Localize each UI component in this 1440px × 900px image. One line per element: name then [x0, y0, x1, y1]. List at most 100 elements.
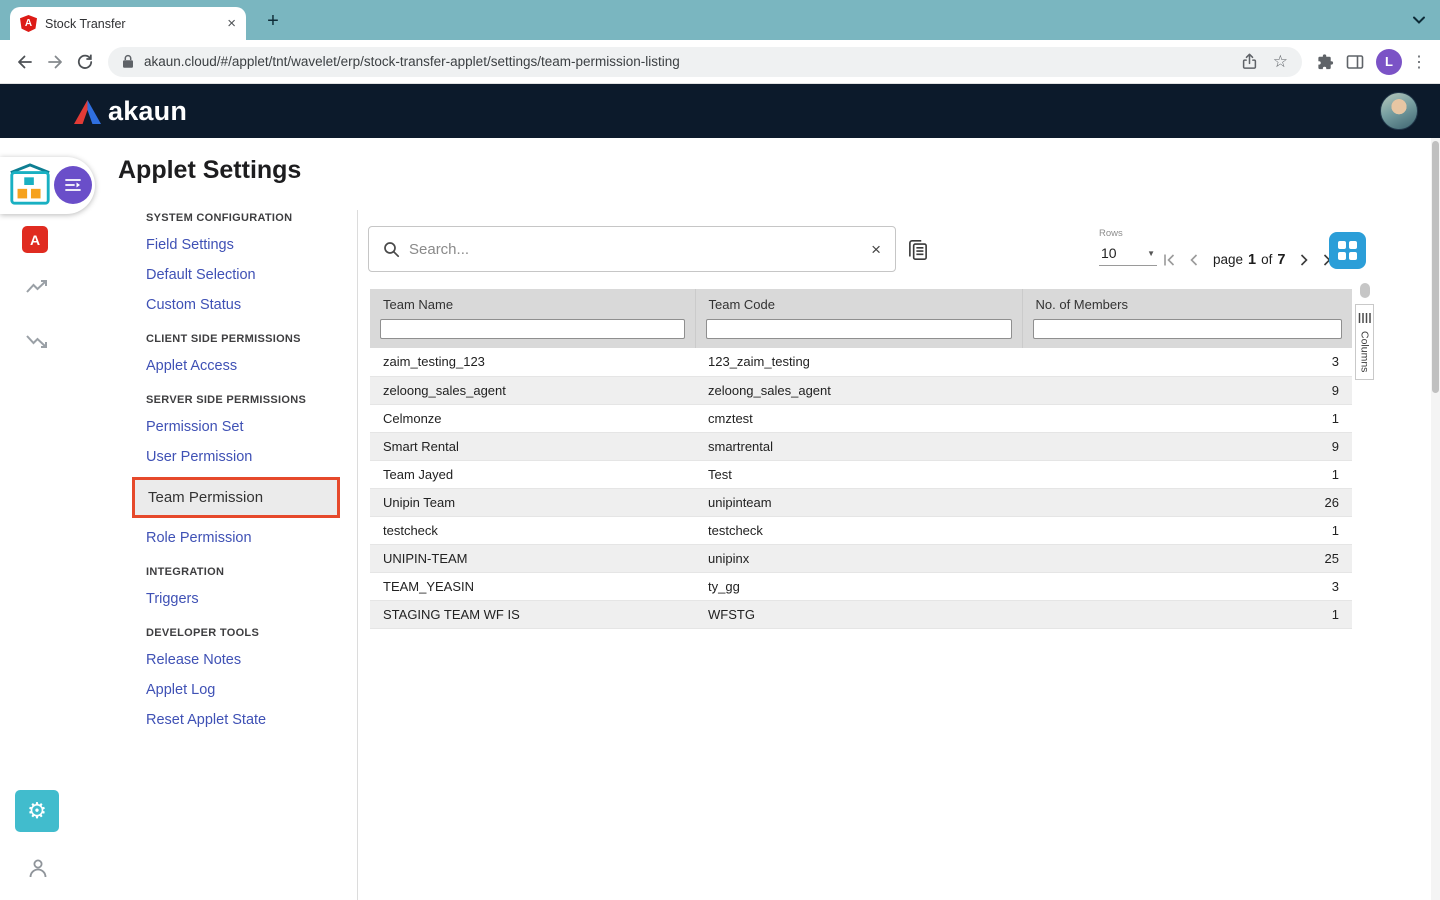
nav-item-custom-status[interactable]: Custom Status	[146, 297, 358, 313]
nav-item-field-settings[interactable]: Field Settings	[146, 237, 358, 253]
akaun-logo-mark-icon	[74, 100, 101, 124]
browser-menu-kebab-icon[interactable]: ⋮	[1408, 52, 1430, 72]
table-filter-row	[370, 319, 1352, 348]
team-permission-panel: × Rows 10 ▼	[368, 226, 1368, 272]
forward-button[interactable]	[40, 47, 70, 77]
back-button[interactable]	[10, 47, 40, 77]
bookmark-star-icon[interactable]: ☆	[1273, 53, 1288, 70]
search-input[interactable]	[409, 241, 862, 258]
nav-item-team-permission-selected[interactable]: Team Permission	[132, 477, 340, 518]
table-row[interactable]: UNIPIN-TEAMunipinx25	[370, 544, 1352, 572]
nav-section-system-configuration: SYSTEM CONFIGURATION Field Settings Defa…	[146, 212, 358, 313]
grid-icon	[1338, 241, 1357, 260]
table-scrollbar-thumb[interactable]	[1360, 283, 1370, 298]
table-row[interactable]: STAGING TEAM WF ISWFSTG1	[370, 600, 1352, 628]
nav-item-applet-log[interactable]: Applet Log	[146, 682, 358, 698]
nav-section-header: SERVER SIDE PERMISSIONS	[146, 394, 358, 406]
next-page-button[interactable]	[1293, 249, 1315, 271]
team-permission-table: Team Name Team Code No. of Members zaim_…	[370, 289, 1352, 629]
tab-close-icon[interactable]: ×	[227, 16, 236, 31]
nav-item-user-permission[interactable]: User Permission	[146, 449, 358, 465]
nav-item-applet-access[interactable]: Applet Access	[146, 358, 358, 374]
pagination: page 1 of 7	[1158, 249, 1340, 271]
table-row[interactable]: Celmonzecmztest1	[370, 404, 1352, 432]
page-indicator: page 1 of 7	[1213, 252, 1285, 268]
columns-side-rail: Columns	[1355, 283, 1374, 380]
user-avatar[interactable]	[1380, 92, 1418, 130]
prev-page-button[interactable]	[1183, 249, 1205, 271]
table-header-row: Team Name Team Code No. of Members	[370, 289, 1352, 319]
tab-list-chevron-icon[interactable]	[1412, 15, 1426, 25]
search-icon	[383, 241, 400, 258]
settings-gear-button[interactable]: ⚙	[15, 790, 59, 832]
clear-search-icon[interactable]: ×	[871, 241, 881, 258]
nav-section-developer-tools: DEVELOPER TOOLS Release Notes Applet Log…	[146, 627, 358, 728]
browser-profile-avatar[interactable]: L	[1376, 49, 1402, 75]
page-title: Applet Settings	[118, 156, 301, 185]
column-header-members[interactable]: No. of Members	[1022, 289, 1352, 319]
pdf-icon[interactable]: A	[22, 226, 48, 253]
search-box[interactable]: ×	[368, 226, 896, 272]
nav-section-client-side-permissions: CLIENT SIDE PERMISSIONS Applet Access	[146, 333, 358, 374]
table-row[interactable]: zaim_testing_123123_zaim_testing3	[370, 348, 1352, 376]
table-row[interactable]: zeloong_sales_agentzeloong_sales_agent9	[370, 376, 1352, 404]
akaun-logo[interactable]: akaun	[74, 96, 187, 127]
rows-per-page-select[interactable]: Rows 10 ▼	[1099, 228, 1157, 266]
address-bar[interactable]: akaun.cloud/#/applet/tnt/wavelet/erp/sto…	[108, 47, 1302, 77]
page-word: page	[1213, 252, 1243, 267]
page-scrollbar-thumb[interactable]	[1432, 141, 1439, 393]
stock-transfer-applet-icon[interactable]	[7, 162, 53, 208]
table-row[interactable]: Team JayedTest1	[370, 460, 1352, 488]
listing-toolbar: × Rows 10 ▼	[368, 226, 1368, 272]
table-row[interactable]: Smart Rentalsmartrental9	[370, 432, 1352, 460]
table-row[interactable]: TEAM_YEASINty_gg3	[370, 572, 1352, 600]
tab-title: Stock Transfer	[45, 17, 219, 31]
page-scrollbar[interactable]	[1431, 138, 1440, 900]
trend-down-icon[interactable]	[25, 332, 49, 350]
lock-icon	[122, 54, 134, 69]
nav-section-header: DEVELOPER TOOLS	[146, 627, 358, 639]
profile-person-icon[interactable]	[26, 856, 50, 880]
filter-team-code-input[interactable]	[706, 319, 1012, 339]
browser-tab-strip: A Stock Transfer × +	[0, 0, 1440, 40]
table-row[interactable]: testchecktestcheck1	[370, 516, 1352, 544]
applet-settings-nav: SYSTEM CONFIGURATION Field Settings Defa…	[146, 212, 358, 748]
rows-value: 10	[1101, 245, 1117, 261]
sidebar-toggle-button[interactable]	[54, 166, 92, 204]
browser-tab[interactable]: A Stock Transfer ×	[10, 7, 246, 40]
akaun-logo-text: akaun	[108, 96, 187, 127]
extensions-puzzle-icon[interactable]	[1310, 47, 1340, 77]
new-tab-button[interactable]: +	[260, 8, 286, 34]
nav-item-triggers[interactable]: Triggers	[146, 591, 358, 607]
column-bars-icon	[1358, 312, 1371, 324]
rows-label: Rows	[1099, 228, 1157, 239]
share-icon[interactable]	[1240, 52, 1259, 71]
app-body: A ⚙ Applet Settings SYSTEM CONFIGURATION…	[0, 138, 1440, 900]
nav-section-header: SYSTEM CONFIGURATION	[146, 212, 358, 224]
side-panel-icon[interactable]	[1340, 47, 1370, 77]
browser-window: A Stock Transfer × + akaun.cloud/#/apple…	[0, 0, 1440, 900]
vertical-divider	[357, 210, 358, 900]
nav-item-default-selection[interactable]: Default Selection	[146, 267, 358, 283]
omnibox-actions: ☆	[1240, 52, 1288, 71]
nav-item-release-notes[interactable]: Release Notes	[146, 652, 358, 668]
table-row[interactable]: Unipin Teamunipinteam26	[370, 488, 1352, 516]
angular-favicon-icon: A	[20, 15, 37, 32]
filter-team-name-input[interactable]	[380, 319, 685, 339]
nav-section-server-side-permissions: SERVER SIDE PERMISSIONS Permission Set U…	[146, 394, 358, 546]
current-applet-pill	[0, 157, 95, 214]
nav-section-integration: INTEGRATION Triggers	[146, 566, 358, 607]
refresh-button[interactable]	[70, 47, 100, 77]
nav-item-permission-set[interactable]: Permission Set	[146, 419, 358, 435]
filter-members-input[interactable]	[1033, 319, 1343, 339]
nav-item-reset-applet-state[interactable]: Reset Applet State	[146, 712, 358, 728]
first-page-button[interactable]	[1158, 249, 1180, 271]
columns-panel-tab[interactable]: Columns	[1355, 304, 1374, 380]
column-header-team-code[interactable]: Team Code	[695, 289, 1022, 319]
nav-item-role-permission[interactable]: Role Permission	[146, 530, 358, 546]
trend-up-icon[interactable]	[25, 278, 49, 296]
column-header-team-name[interactable]: Team Name	[370, 289, 695, 319]
chevron-down-icon: ▼	[1147, 249, 1155, 258]
layout-grid-button[interactable]	[1329, 232, 1366, 269]
copy-pages-icon[interactable]	[905, 237, 931, 263]
